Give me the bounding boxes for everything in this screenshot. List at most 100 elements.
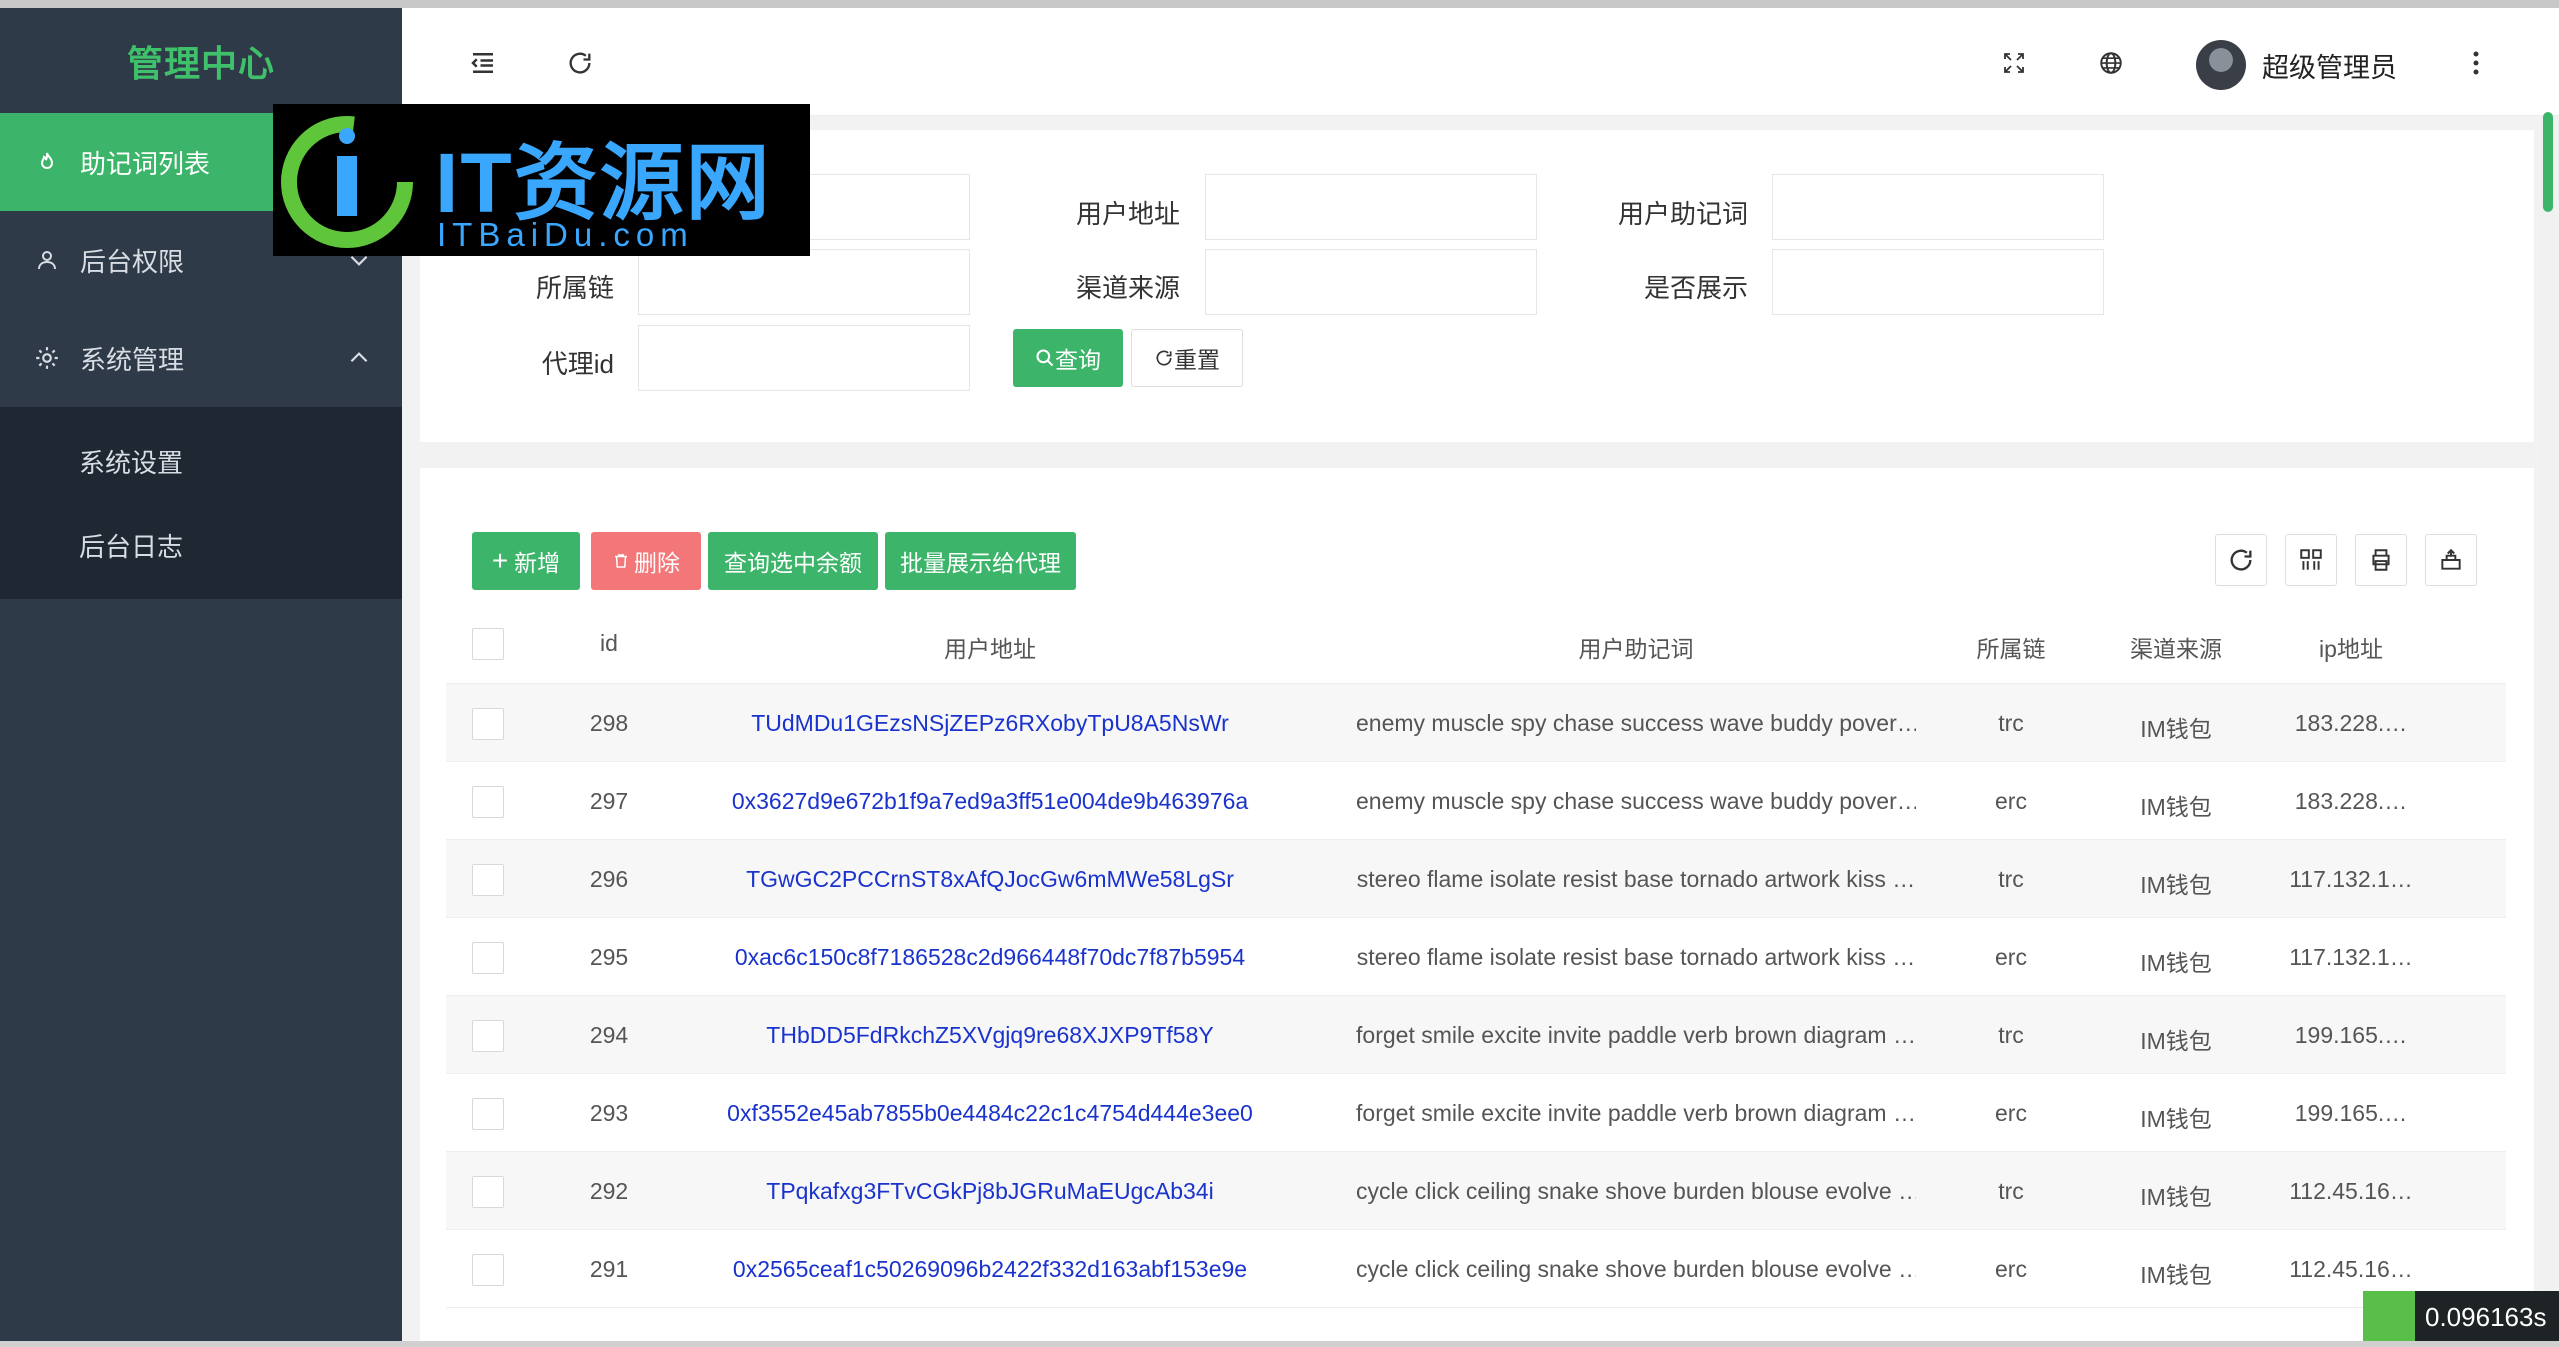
cell-ip: 199.165.… [2294, 1022, 2408, 1048]
cell-id: 298 [589, 710, 629, 736]
cell-id: 296 [589, 866, 629, 892]
cell-ip: 183.228.… [2294, 710, 2408, 736]
row-checkbox[interactable] [472, 1254, 504, 1286]
cell-mnemonic: forget smile excite invite paddle verb b… [1356, 1022, 1916, 1048]
gear-icon [34, 345, 60, 371]
cell-id: 294 [589, 1022, 629, 1048]
cell-channel: IM钱包 [2140, 1106, 2212, 1132]
export-icon[interactable] [2425, 534, 2477, 586]
cell-id: 295 [589, 944, 629, 970]
cell-address[interactable]: TUdMDu1GEzsNSjZEPz6RXobyTpU8A5NsWr [720, 710, 1260, 737]
user-icon [34, 247, 60, 273]
more-icon[interactable] [2461, 48, 2491, 78]
cell-channel: IM钱包 [2140, 794, 2212, 820]
row-checkbox[interactable] [472, 786, 504, 818]
sidebar-item-system-settings[interactable]: 系统设置 [0, 419, 402, 503]
cell-address[interactable]: TGwGC2PCCrnST8xAfQJocGw6mMWe58LgSr [720, 866, 1260, 893]
cell-chain: erc [1995, 1100, 2027, 1126]
cell-chain: erc [1995, 944, 2027, 970]
display-input[interactable] [1772, 249, 2104, 315]
cell-mnemonic: enemy muscle spy chase success wave budd… [1356, 710, 1916, 736]
label-chain: 所属链 [535, 273, 614, 303]
label-user-address: 用户地址 [1075, 199, 1180, 229]
cell-id: 293 [589, 1100, 629, 1126]
cell-address[interactable]: TPqkafxg3FTvCGkPj8bJGRuMaEUgcAb34i [720, 1178, 1260, 1205]
table-row[interactable]: 292 TPqkafxg3FTvCGkPj8bJGRuMaEUgcAb34i c… [446, 1152, 2506, 1230]
user-address-input[interactable] [1205, 174, 1537, 240]
batch-show-agent-button[interactable]: 批量展示给代理 [885, 532, 1076, 590]
cell-address[interactable]: THbDD5FdRkchZ5XVgjq9re68XJXP9Tf58Y [720, 1022, 1260, 1049]
cell-mnemonic: cycle click ceiling snake shove burden b… [1356, 1256, 1916, 1282]
sidebar-item-admin-log[interactable]: 后台日志 [0, 503, 402, 587]
scrollbar-thumb[interactable] [2543, 112, 2553, 212]
cell-channel: IM钱包 [2140, 1262, 2212, 1288]
table-row[interactable]: 298 TUdMDu1GEzsNSjZEPz6RXobyTpU8A5NsWr e… [446, 684, 2506, 762]
select-all-checkbox[interactable] [472, 628, 504, 660]
cell-channel: IM钱包 [2140, 872, 2212, 898]
delete-button[interactable]: 删除 [591, 532, 701, 590]
window-top-edge [0, 0, 2559, 8]
label-display: 是否展示 [1643, 273, 1748, 303]
sidebar-item-system[interactable]: 系统管理 [0, 309, 402, 407]
col-user-mnemonic[interactable]: 用户助记词 [1356, 630, 1916, 664]
row-checkbox[interactable] [472, 1176, 504, 1208]
col-id[interactable]: id [541, 630, 677, 657]
watermark-subtext: ITBaiDu.com [437, 216, 694, 253]
col-ip[interactable]: ip地址 [2276, 630, 2426, 664]
row-checkbox[interactable] [472, 1020, 504, 1052]
cell-ip: 117.132.1… [2289, 866, 2413, 892]
fullscreen-icon[interactable] [1999, 48, 2029, 78]
table-row[interactable]: 291 0x2565ceaf1c50269096b2422f332d163abf… [446, 1230, 2506, 1308]
watermark-logo: IT资源网 ITBaiDu.com [273, 104, 810, 256]
cell-chain: trc [1998, 1178, 2024, 1204]
query-balance-button[interactable]: 查询选中余额 [708, 532, 878, 590]
table-refresh-icon[interactable] [2215, 534, 2267, 586]
page-scrollbar[interactable] [2541, 116, 2555, 1341]
col-chain[interactable]: 所属链 [1946, 630, 2076, 664]
row-checkbox[interactable] [472, 1098, 504, 1130]
columns-icon[interactable] [2285, 534, 2337, 586]
globe-icon[interactable] [2096, 48, 2126, 78]
col-channel[interactable]: 渠道来源 [2101, 630, 2251, 664]
cell-chain: trc [1998, 1022, 2024, 1048]
chevron-up-icon [346, 345, 372, 371]
table-row[interactable]: 293 0xf3552e45ab7855b0e4484c22c1c4754d44… [446, 1074, 2506, 1152]
sidebar-item-label: 后台权限 [80, 246, 185, 277]
cell-address[interactable]: 0x2565ceaf1c50269096b2422f332d163abf153e… [720, 1256, 1260, 1283]
add-button-label: 新增 [514, 550, 561, 576]
agent-id-input[interactable] [638, 325, 970, 391]
cell-ip: 112.45.16… [2289, 1178, 2413, 1204]
col-user-address[interactable]: 用户地址 [720, 630, 1260, 664]
print-icon[interactable] [2355, 534, 2407, 586]
trash-icon [615, 554, 627, 568]
menu-fold-icon[interactable] [468, 48, 498, 78]
sidebar-submenu: 系统设置 后台日志 [0, 407, 402, 599]
cell-address[interactable]: 0xac6c150c8f7186528c2d966448f70dc7f87b59… [720, 944, 1260, 971]
reset-button[interactable]: 重置 [1131, 329, 1243, 387]
channel-input[interactable] [1205, 249, 1537, 315]
row-checkbox[interactable] [472, 864, 504, 896]
header-username[interactable]: 超级管理员 [2262, 46, 2397, 85]
cell-address[interactable]: 0xf3552e45ab7855b0e4484c22c1c4754d444e3e… [720, 1100, 1260, 1127]
table-row[interactable]: 296 TGwGC2PCCrnST8xAfQJocGw6mMWe58LgSr s… [446, 840, 2506, 918]
plus-icon: + [491, 545, 509, 576]
table-row[interactable]: 297 0x3627d9e672b1f9a7ed9a3ff51e004de9b4… [446, 762, 2506, 840]
row-checkbox[interactable] [472, 708, 504, 740]
cell-chain: trc [1998, 710, 2024, 736]
cell-address[interactable]: 0x3627d9e672b1f9a7ed9a3ff51e004de9b46397… [720, 788, 1260, 815]
avatar[interactable] [2196, 40, 2246, 90]
table-row[interactable]: 294 THbDD5FdRkchZ5XVgjq9re68XJXP9Tf58Y f… [446, 996, 2506, 1074]
timer-text: 0.096163s [2425, 1301, 2547, 1332]
row-checkbox[interactable] [472, 942, 504, 974]
sidebar-item-mnemonic-list[interactable]: 助记词列表 [0, 113, 300, 211]
chain-input[interactable] [638, 249, 970, 315]
table-row[interactable]: 295 0xac6c150c8f7186528c2d966448f70dc7f8… [446, 918, 2506, 996]
add-button[interactable]: + 新增 [472, 532, 580, 590]
timer-logo-icon [2363, 1291, 2415, 1343]
cell-channel: IM钱包 [2140, 950, 2212, 976]
query-button-label: 查询 [1055, 347, 1101, 373]
refresh-icon[interactable] [565, 48, 595, 78]
user-mnemonic-input[interactable] [1772, 174, 2104, 240]
query-button[interactable]: 查询 [1013, 329, 1123, 387]
reset-button-label: 重置 [1174, 347, 1220, 373]
